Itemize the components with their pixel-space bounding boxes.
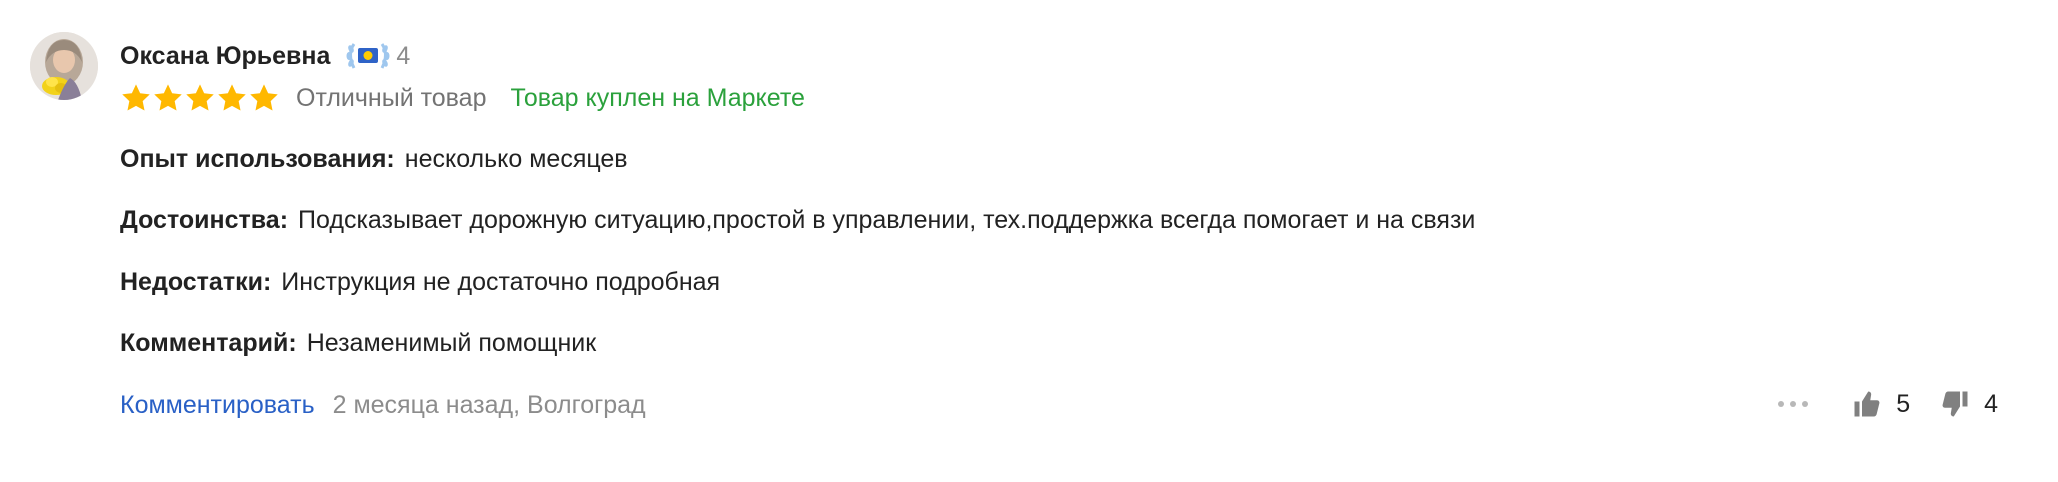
review-meta: 2 месяца назад, Волгоград xyxy=(332,390,646,419)
section-label: Недостатки: xyxy=(120,268,272,296)
section-value: Инструкция не достаточно подробная xyxy=(281,268,721,296)
laurel-badge-icon xyxy=(346,43,390,69)
section-label: Опыт использования: xyxy=(120,145,395,173)
review-card: Оксана Юрьевна 4 Отличный товар Товар ку… xyxy=(0,0,2058,482)
star-icon xyxy=(250,84,278,111)
purchased-badge: Товар куплен на Маркете xyxy=(510,83,805,112)
thumbs-down-icon xyxy=(1942,391,1968,417)
section-pros: Достоинства: Подсказывает дорожную ситуац… xyxy=(120,204,1475,236)
star-icon xyxy=(186,84,214,111)
more-dots-icon xyxy=(1778,401,1785,407)
avatar[interactable] xyxy=(30,32,98,100)
rating-row: Отличный товар Товар куплен на Маркете xyxy=(120,80,805,116)
rating-text: Отличный товар xyxy=(296,83,487,112)
section-usage: Опыт использования: несколько месяцев xyxy=(120,143,628,175)
review-actions: 5 4 xyxy=(1776,386,1998,422)
star-rating xyxy=(120,82,280,114)
section-value: Незаменимый помощник xyxy=(306,329,597,357)
more-dots-icon xyxy=(1790,401,1797,407)
dislike-button[interactable]: 4 xyxy=(1940,389,1998,419)
like-count: 5 xyxy=(1896,389,1911,418)
author-name[interactable]: Оксана Юрьевна xyxy=(120,42,330,71)
like-button[interactable]: 5 xyxy=(1852,389,1910,419)
comment-button[interactable]: Комментировать xyxy=(120,391,315,420)
dislike-count: 4 xyxy=(1984,389,1998,418)
more-options-button[interactable] xyxy=(1776,395,1810,413)
badge-count: 4 xyxy=(396,41,411,70)
section-cons: Недостатки: Инструкция не достаточно подр… xyxy=(120,266,720,298)
section-label: Достоинства: xyxy=(120,206,289,234)
review-header: Оксана Юрьевна 4 xyxy=(120,38,410,74)
star-icon xyxy=(122,84,150,111)
more-dots-icon xyxy=(1802,401,1809,407)
thumbs-up-icon xyxy=(1854,391,1880,417)
star-icon xyxy=(154,84,182,111)
star-icon xyxy=(218,84,246,111)
avatar-image xyxy=(30,32,98,100)
section-value: Подсказывает дорожную ситуацию,простой в… xyxy=(298,206,1476,234)
section-comment: Комментарий: Незаменимый помощник xyxy=(120,327,596,359)
author-badge[interactable] xyxy=(344,40,392,72)
section-label: Комментарий: xyxy=(120,329,297,357)
section-value: несколько месяцев xyxy=(404,145,628,173)
review-footer: Комментировать 2 месяца назад, Волгоград xyxy=(120,388,646,422)
